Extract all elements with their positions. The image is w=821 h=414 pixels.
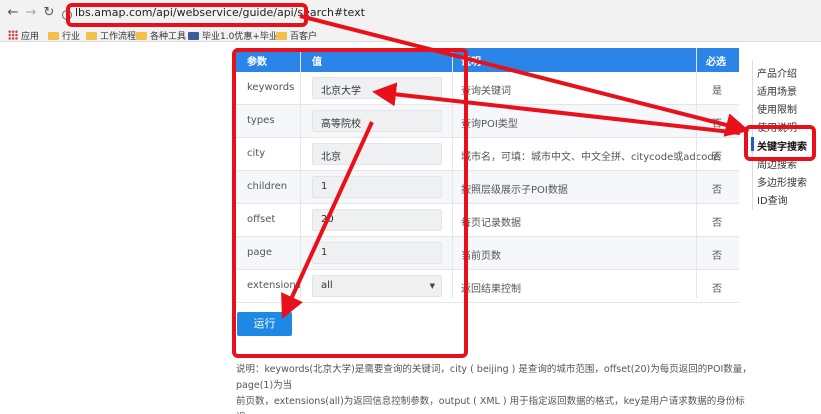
bookmark-folder[interactable]: 毕业1.0优惠+毕业 [188,29,278,42]
folder-icon [276,32,287,40]
param-desc: 按照层级展示子POI数据 [461,185,568,196]
side-item-scenarios[interactable]: 适用场景 [757,83,797,98]
header-required: 必选 [706,57,726,68]
description-note: 说明：keywords(北京大学)是需要查询的关键词，city ( beijin… [236,364,752,414]
bookmark-folder[interactable]: 工作流程 [86,29,136,42]
param-desc: 城市名，可填：城市中文、中文全拼、citycode或adcode [461,152,720,163]
side-item-limits[interactable]: 使用限制 [757,101,797,116]
param-required: 否 [712,119,722,130]
param-required: 是 [712,86,722,97]
param-desc: 每页记录数据 [461,218,521,229]
reload-icon[interactable]: ↻ [42,5,56,21]
param-required: 否 [712,185,722,196]
params-highlight-box [232,48,468,358]
folder-icon [48,32,59,40]
folder-icon [188,32,199,40]
folder-icon [136,32,147,40]
bookmark-folder[interactable]: 各种工具 [136,29,186,42]
param-desc: 返回结果控制 [461,284,521,295]
folder-icon [86,32,97,40]
apps-icon [8,30,18,40]
side-item-id-query[interactable]: ID查询 [757,192,788,207]
param-required: 否 [712,152,722,163]
nav-highlight-box [744,125,816,161]
param-desc: 查询POI类型 [461,119,518,130]
param-desc: 查询关键词 [461,86,511,97]
param-required: 否 [712,218,722,229]
param-required: 否 [712,251,722,262]
column-divider [696,48,697,298]
side-item-polygon-search[interactable]: 多边形搜索 [757,174,807,189]
url-highlight-box [66,3,308,27]
back-icon[interactable]: ← [6,5,20,21]
bookmark-apps[interactable]: 应用 [8,29,39,42]
bookmarks-bar: 应用 行业 工作流程 各种工具 毕业1.0优惠+毕业 百客户 [0,28,821,42]
bookmark-folder[interactable]: 百客户 [276,29,317,42]
side-item-intro[interactable]: 产品介绍 [757,65,797,80]
forward-icon[interactable]: → [24,5,38,21]
bookmark-folder[interactable]: 行业 [48,29,80,42]
param-required: 否 [712,284,722,295]
